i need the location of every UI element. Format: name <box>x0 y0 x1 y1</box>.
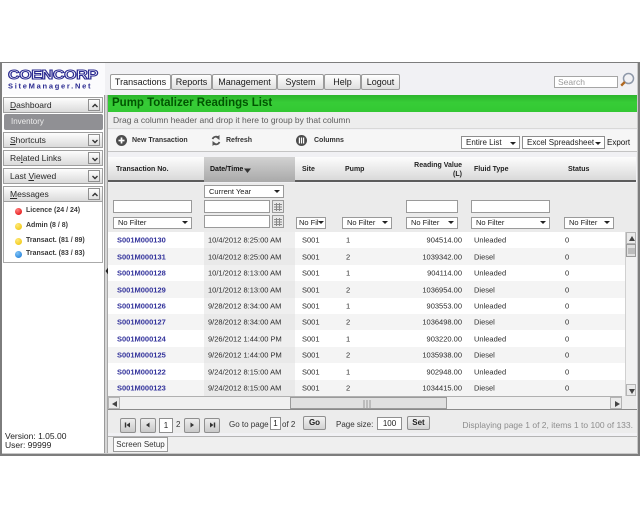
svg-text:COENCORP: COENCORP <box>8 69 99 83</box>
svg-text:SiteManager.Net: SiteManager.Net <box>8 82 92 91</box>
